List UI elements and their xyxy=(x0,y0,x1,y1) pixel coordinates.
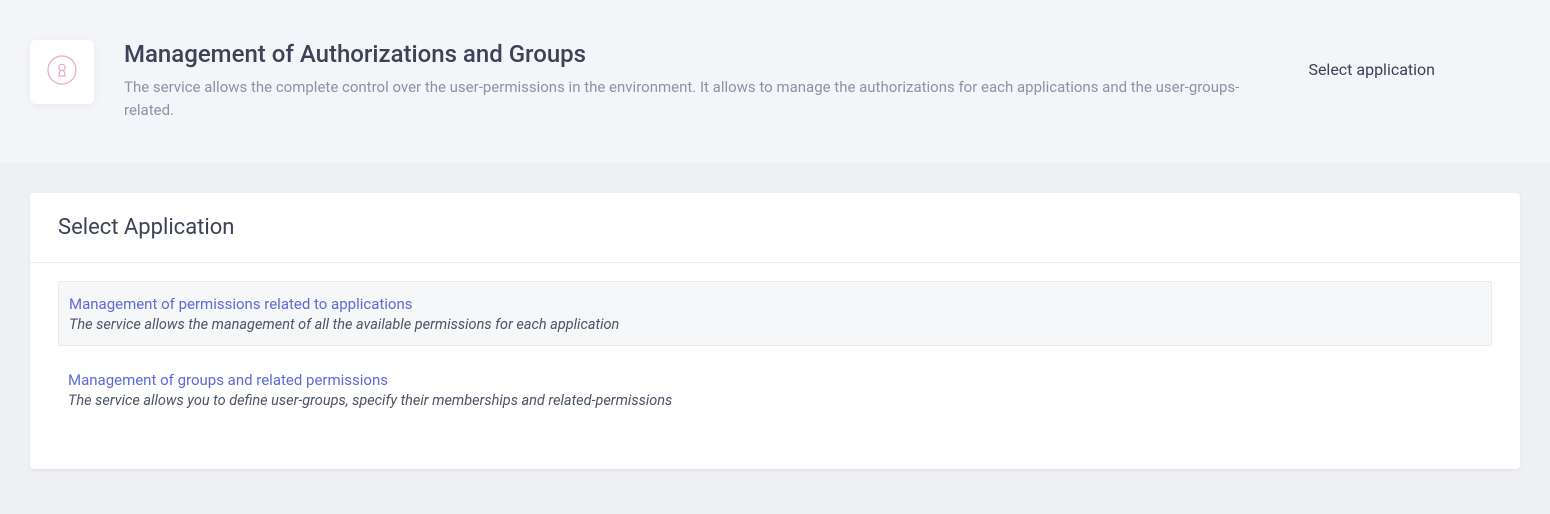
keyhole-icon xyxy=(46,54,78,90)
select-application-card: Select Application Management of permiss… xyxy=(30,193,1520,469)
header-text-group: Management of Authorizations and Groups … xyxy=(124,40,1278,123)
card-header: Select Application xyxy=(30,193,1520,263)
card-title: Select Application xyxy=(58,215,1492,240)
header-icon-tile xyxy=(30,40,94,104)
card-body: Management of permissions related to app… xyxy=(30,263,1520,469)
option-desc: The service allows you to define user-gr… xyxy=(68,392,1482,409)
page-header: Management of Authorizations and Groups … xyxy=(0,0,1550,163)
page-title: Management of Authorizations and Groups xyxy=(124,40,1278,68)
breadcrumb-current: Select application xyxy=(1308,40,1520,79)
option-desc: The service allows the management of all… xyxy=(69,316,1481,333)
option-link-groups[interactable]: Management of groups and related permiss… xyxy=(68,371,388,389)
option-row-groups[interactable]: Management of groups and related permiss… xyxy=(58,358,1492,421)
content-wrapper: Select Application Management of permiss… xyxy=(0,163,1550,499)
page-description: The service allows the complete control … xyxy=(124,76,1278,123)
option-link-permissions-apps[interactable]: Management of permissions related to app… xyxy=(69,295,413,313)
option-row-permissions-apps[interactable]: Management of permissions related to app… xyxy=(58,281,1492,346)
